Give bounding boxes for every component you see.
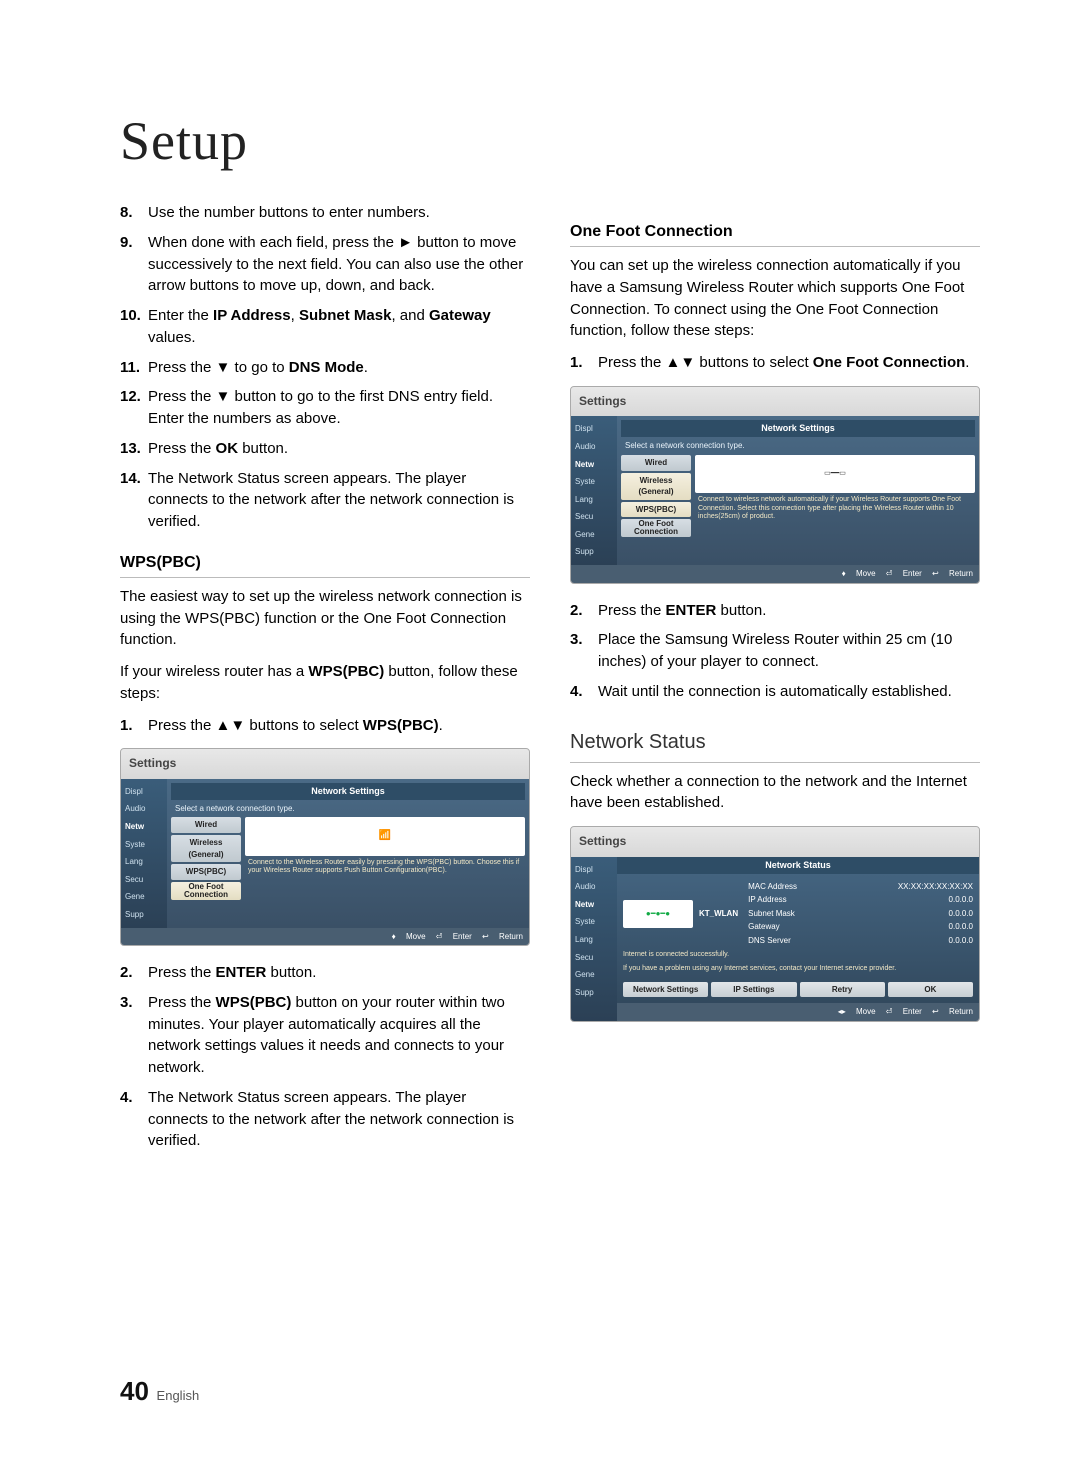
opt-wired[interactable]: Wired xyxy=(621,455,691,471)
btn-network-settings[interactable]: Network Settings xyxy=(623,982,708,998)
btn-ok[interactable]: OK xyxy=(888,982,973,998)
opt-wireless[interactable]: Wireless (General) xyxy=(621,473,691,500)
wps-step-4: 4. The Network Status screen appears. Th… xyxy=(120,1087,530,1152)
tv-subheader: Select a network connection type. xyxy=(621,437,975,455)
network-status-tv: Settings Displ Audio Netw Syste Lang Sec… xyxy=(570,826,980,1022)
ns-msg2: If you have a problem using any Internet… xyxy=(623,962,973,976)
tv-options: Wired Wireless (General) WPS(PBC) One Fo… xyxy=(171,817,241,899)
wps-step-1: 1. Press the ▲▼ buttons to select WPS(PB… xyxy=(120,715,530,737)
onefoot-p: You can set up the wireless connection a… xyxy=(570,255,980,342)
btn-retry[interactable]: Retry xyxy=(800,982,885,998)
wps-p1: The easiest way to set up the wireless n… xyxy=(120,586,530,651)
opt-one-foot[interactable]: One Foot Connection xyxy=(621,519,691,537)
step-14: 14. The Network Status screen appears. T… xyxy=(120,468,530,533)
step-11: 11. Press the ▼ to go to DNS Mode. xyxy=(120,357,530,379)
row-gateway: Gateway0.0.0.0 xyxy=(748,920,973,934)
row-mac: MAC AddressXX:XX:XX:XX:XX:XX xyxy=(748,880,973,894)
network-status-p: Check whether a connection to the networ… xyxy=(570,771,980,815)
row-subnet: Subnet Mask0.0.0.0 xyxy=(748,907,973,921)
tv-banner: Network Settings xyxy=(171,783,525,800)
tv-sidebar: Displ Audio Netw Syste Lang Secu Gene Su… xyxy=(121,779,167,928)
right-column: One Foot Connection You can set up the w… xyxy=(570,202,980,1160)
tv-sidebar: Displ Audio Netw Syste Lang Secu Gene Su… xyxy=(571,416,617,565)
wps-heading: WPS(PBC) xyxy=(120,551,530,578)
opt-wired[interactable]: Wired xyxy=(171,817,241,833)
wifi-connected-icon: ●━●━● xyxy=(623,900,693,928)
tv-title: Settings xyxy=(121,749,529,778)
page-lang: English xyxy=(157,1388,200,1403)
page-number: 40 xyxy=(120,1376,149,1406)
ns-button-bar: Network Settings IP Settings Retry OK xyxy=(623,982,973,998)
step-8: 8. Use the number buttons to enter numbe… xyxy=(120,202,530,224)
ofc-step-2: 2. Press the ENTER button. xyxy=(570,600,980,622)
router-icon: 📶 xyxy=(245,817,525,855)
step-9: 9. When done with each field, press the … xyxy=(120,232,530,297)
tv-banner: Network Status xyxy=(617,857,979,874)
tv-subheader: Select a network connection type. xyxy=(171,800,525,818)
tv-hint-bar: ♦ Move ⏎ Enter ↩ Return xyxy=(121,928,529,946)
network-status-heading: Network Status xyxy=(570,728,980,763)
page-title: Setup xyxy=(120,110,980,172)
tv-hint-bar: ◂▸ Move ⏎ Enter ↩ Return xyxy=(617,1003,979,1021)
onefoot-heading: One Foot Connection xyxy=(570,220,980,247)
page-footer: 40 English xyxy=(120,1376,199,1407)
tv-desc: Connect to the Wireless Router easily by… xyxy=(245,856,525,900)
opt-one-foot[interactable]: One Foot Connection xyxy=(171,882,241,900)
wps-step-3: 3. Press the WPS(PBC) button on your rou… xyxy=(120,992,530,1079)
ssid: KT_WLAN xyxy=(699,908,738,920)
tv-title: Settings xyxy=(571,827,979,856)
row-dns: DNS Server0.0.0.0 xyxy=(748,934,973,948)
wps-tv-screenshot: Settings Displ Audio Netw Syste Lang Sec… xyxy=(120,748,530,946)
opt-wps[interactable]: WPS(PBC) xyxy=(171,864,241,880)
ofc-step-1: 1. Press the ▲▼ buttons to select One Fo… xyxy=(570,352,980,374)
opt-wireless[interactable]: Wireless (General) xyxy=(171,835,241,862)
opt-wps[interactable]: WPS(PBC) xyxy=(621,502,691,518)
ns-msg1: Internet is connected successfully. xyxy=(623,948,973,962)
btn-ip-settings[interactable]: IP Settings xyxy=(711,982,796,998)
ofc-step-3: 3. Place the Samsung Wireless Router wit… xyxy=(570,629,980,673)
router-icon: ▭━━▭ xyxy=(695,455,975,493)
tv-banner: Network Settings xyxy=(621,420,975,437)
step-13: 13. Press the OK button. xyxy=(120,438,530,460)
tv-sidebar: Displ Audio Netw Syste Lang Secu Gene Su… xyxy=(571,857,617,1021)
tv-title: Settings xyxy=(571,387,979,416)
step-10: 10. Enter the IP Address, Subnet Mask, a… xyxy=(120,305,530,349)
ofc-step-4: 4. Wait until the connection is automati… xyxy=(570,681,980,703)
row-ip: IP Address0.0.0.0 xyxy=(748,893,973,907)
left-column: 8. Use the number buttons to enter numbe… xyxy=(120,202,530,1160)
tv-hint-bar: ♦ Move ⏎ Enter ↩ Return xyxy=(571,565,979,583)
onefoot-tv-screenshot: Settings Displ Audio Netw Syste Lang Sec… xyxy=(570,386,980,584)
wps-p2: If your wireless router has a WPS(PBC) b… xyxy=(120,661,530,705)
tv-desc: Connect to wireless network automaticall… xyxy=(695,493,975,537)
wps-step-2: 2. Press the ENTER button. xyxy=(120,962,530,984)
step-12: 12. Press the ▼ button to go to the firs… xyxy=(120,386,530,430)
